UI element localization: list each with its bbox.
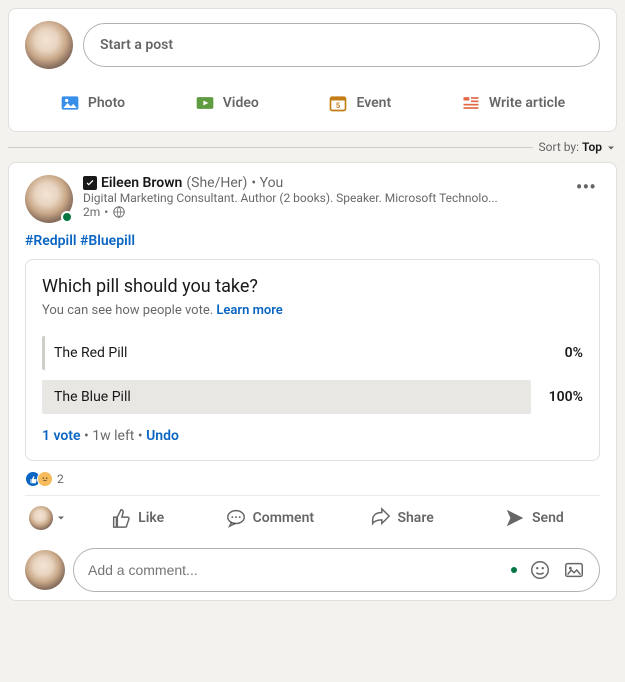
chevron-down-icon xyxy=(605,142,617,154)
article-action[interactable]: Write article xyxy=(453,83,573,123)
comment-input[interactable] xyxy=(88,562,503,578)
author-time: 2m • xyxy=(83,205,600,219)
chevron-down-icon xyxy=(55,512,67,524)
article-label: Write article xyxy=(489,95,565,111)
dot-separator: • xyxy=(138,428,146,444)
reactions-bar[interactable]: 2 xyxy=(25,471,600,487)
verified-badge-icon xyxy=(83,176,97,190)
like-button[interactable]: Like xyxy=(71,496,203,540)
sort-value: Top xyxy=(582,140,602,154)
poll-question: Which pill should you take? xyxy=(42,276,583,297)
avatar[interactable] xyxy=(25,550,65,590)
poll-options: The Red Pill 0% The Blue Pill 100% xyxy=(42,336,583,414)
video-action[interactable]: Video xyxy=(187,83,267,123)
post-header: Eileen Brown (She/Her) • You Digital Mar… xyxy=(25,175,600,223)
start-post-button[interactable]: Start a post xyxy=(83,23,600,67)
like-label: Like xyxy=(138,510,164,526)
poll-footer: 1 vote • 1w left • Undo xyxy=(42,428,583,444)
photo-label: Photo xyxy=(88,95,125,111)
reaction-count: 2 xyxy=(57,472,64,486)
share-button[interactable]: Share xyxy=(336,496,468,540)
emoji-icon[interactable] xyxy=(529,559,551,581)
poll-bar: The Blue Pill xyxy=(42,380,531,414)
author-pronoun: (She/Her) xyxy=(186,175,247,191)
comment-button[interactable]: Comment xyxy=(203,496,335,540)
send-label: Send xyxy=(532,510,564,526)
poll-option[interactable]: The Blue Pill 100% xyxy=(42,380,583,414)
event-icon: 5 xyxy=(328,93,348,113)
composer-card: Start a post Photo Video 5 Event Write a… xyxy=(8,8,617,132)
poll-learn-more-link[interactable]: Learn more xyxy=(216,303,282,318)
hashtag-link[interactable]: #Redpill xyxy=(25,233,76,249)
video-icon xyxy=(195,93,215,113)
poll-bar: The Red Pill xyxy=(42,336,531,370)
article-icon xyxy=(461,93,481,113)
poll-note-text: You can see how people vote. xyxy=(42,303,213,318)
svg-text:5: 5 xyxy=(336,101,340,110)
event-label: Event xyxy=(356,95,391,111)
poll-note: You can see how people vote. Learn more xyxy=(42,303,583,318)
author-block: Eileen Brown (She/Her) • You Digital Mar… xyxy=(83,175,600,223)
poll-undo[interactable]: Undo xyxy=(146,428,179,444)
video-label: Video xyxy=(223,95,259,111)
poll-option[interactable]: The Red Pill 0% xyxy=(42,336,583,370)
sort-dropdown[interactable]: Sort by: Top xyxy=(539,140,617,154)
more-button[interactable]: ••• xyxy=(572,175,600,199)
poll-option-pct: 100% xyxy=(543,389,583,405)
author-name[interactable]: Eileen Brown xyxy=(101,175,182,191)
globe-icon xyxy=(112,205,126,219)
dot-separator: • xyxy=(104,205,108,219)
send-icon xyxy=(504,507,526,529)
poll-votes[interactable]: 1 vote xyxy=(42,428,81,444)
sort-row: Sort by: Top xyxy=(8,140,617,154)
composer-actions: Photo Video 5 Event Write article xyxy=(25,79,600,127)
author-line: Eileen Brown (She/Her) • You xyxy=(83,175,600,191)
poll-option-label: The Blue Pill xyxy=(42,389,131,405)
sort-prefix: Sort by: xyxy=(539,140,580,154)
photo-action[interactable]: Photo xyxy=(52,83,133,123)
comment-input-icons xyxy=(511,559,585,581)
social-actions: Like Comment Share Send xyxy=(25,495,600,540)
divider xyxy=(8,147,533,148)
comment-input-wrap[interactable] xyxy=(73,548,600,592)
image-icon[interactable] xyxy=(563,559,585,581)
post-hashtags: #Redpill #Bluepill xyxy=(25,233,600,249)
author-relation: • You xyxy=(251,175,283,191)
reaction-icons xyxy=(25,471,53,487)
event-action[interactable]: 5 Event xyxy=(320,83,399,123)
poll-option-pct: 0% xyxy=(543,345,583,361)
feed-post: Eileen Brown (She/Her) • You Digital Mar… xyxy=(8,162,617,601)
send-button[interactable]: Send xyxy=(468,496,600,540)
react-as-dropdown[interactable] xyxy=(25,496,71,540)
share-icon xyxy=(369,507,391,529)
curious-reaction-icon xyxy=(37,471,53,487)
author-avatar-wrap[interactable] xyxy=(25,175,73,223)
share-label: Share xyxy=(397,510,433,526)
avatar[interactable] xyxy=(25,21,73,69)
comment-label: Comment xyxy=(253,510,314,526)
presence-indicator xyxy=(61,211,73,223)
comment-icon xyxy=(225,507,247,529)
author-headline: Digital Marketing Consultant. Author (2 … xyxy=(83,191,600,205)
poll-time-left: 1w left xyxy=(92,428,134,444)
presence-dot-icon xyxy=(511,567,517,573)
like-icon xyxy=(110,507,132,529)
composer-top: Start a post xyxy=(25,21,600,69)
post-time: 2m xyxy=(83,205,100,219)
comment-row xyxy=(25,548,600,592)
avatar xyxy=(29,506,53,530)
photo-icon xyxy=(60,93,80,113)
poll-card: Which pill should you take? You can see … xyxy=(25,259,600,461)
hashtag-link[interactable]: #Bluepill xyxy=(80,233,135,249)
poll-option-label: The Red Pill xyxy=(42,345,127,361)
